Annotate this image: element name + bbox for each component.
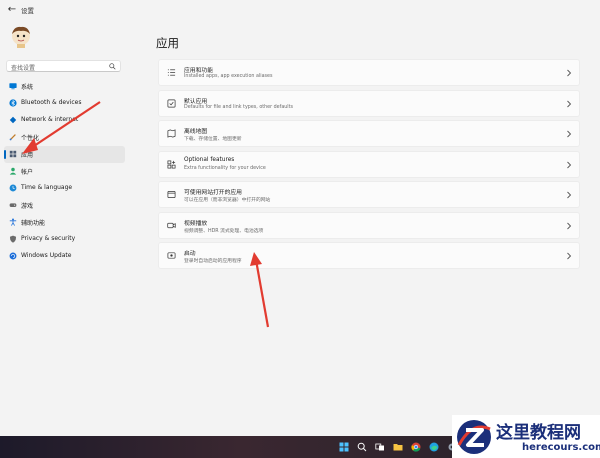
update-icon: [9, 252, 17, 260]
sidebar-item-system[interactable]: 系统: [4, 78, 125, 95]
chevron-right-icon: [567, 252, 572, 260]
settings-card-list: 应用和功能 Installed apps, app execution alia…: [158, 59, 580, 273]
chevron-right-icon: [567, 191, 572, 199]
chevron-right-icon: [567, 69, 572, 77]
card-default-apps[interactable]: 默认应用 Defaults for file and link types, o…: [158, 89, 580, 117]
globe-clock-icon: [9, 184, 17, 192]
search-placeholder: 查找设置: [11, 65, 36, 72]
watermark-logo-icon: [457, 420, 491, 454]
card-startup[interactable]: 启动 登录时自动启动的应用程序: [158, 242, 580, 269]
wifi-icon: [9, 116, 17, 124]
video-icon: [167, 222, 176, 228]
card-offline-maps[interactable]: 离线地图 下载、存储位置、地图更新: [158, 120, 580, 147]
sidebar-item-accounts[interactable]: 帐户: [4, 163, 125, 180]
avatar[interactable]: [10, 24, 32, 48]
watermark-cn: 这里教程网: [496, 423, 581, 443]
chevron-right-icon: [567, 161, 572, 168]
person-icon: [9, 167, 17, 175]
brush-icon: [9, 134, 16, 141]
chrome-icon[interactable]: [411, 442, 421, 452]
sidebar-item-time-language[interactable]: Time & language: [4, 180, 125, 197]
task-view-icon[interactable]: [375, 442, 385, 452]
edge-icon[interactable]: [429, 442, 439, 452]
watermark-en: herecours.com: [522, 442, 600, 453]
chevron-right-icon: [567, 130, 572, 138]
monitor-icon: [9, 83, 17, 90]
card-apps-for-websites[interactable]: 可使用网站打开的应用 可以在应用（而非浏览器）中打开的网站: [158, 181, 580, 208]
sidebar-item-accessibility[interactable]: 辅助功能: [4, 214, 125, 231]
settings-window: ← 设置 查找设置 系统 Bluetooth & devices Network…: [0, 0, 600, 436]
apps-icon: [9, 150, 17, 158]
search-input[interactable]: 查找设置: [6, 60, 121, 72]
card-optional-features[interactable]: Optional features Extra functionality fo…: [158, 150, 580, 178]
sidebar-item-network[interactable]: Network & internet: [4, 112, 125, 129]
grid-plus-icon: [167, 160, 176, 168]
sidebar-item-privacy[interactable]: Privacy & security: [4, 231, 125, 248]
title-bar: ← 设置: [0, 0, 600, 20]
sidebar-item-gaming[interactable]: 游戏: [4, 197, 125, 214]
active-indicator: [4, 150, 6, 159]
sidebar-nav: 系统 Bluetooth & devices Network & interne…: [0, 78, 130, 265]
sidebar-item-bluetooth[interactable]: Bluetooth & devices: [4, 95, 125, 112]
file-explorer-icon[interactable]: [393, 442, 403, 452]
sidebar-item-windows-update[interactable]: Windows Update: [4, 248, 125, 265]
bluetooth-icon: [9, 99, 17, 107]
back-arrow-icon[interactable]: ←: [6, 4, 18, 16]
page-title: 应用: [156, 36, 179, 50]
list-icon: [167, 69, 176, 76]
default-apps-icon: [167, 99, 176, 107]
web-app-icon: [167, 190, 176, 199]
chevron-right-icon: [567, 100, 572, 107]
accessibility-icon: [9, 218, 17, 226]
watermark: 这里教程网 herecours.com: [452, 415, 600, 458]
gamepad-icon: [9, 203, 17, 207]
search-icon[interactable]: [109, 63, 116, 70]
windows-start-icon[interactable]: [339, 442, 349, 452]
chevron-right-icon: [567, 222, 572, 229]
window-title: 设置: [21, 7, 34, 15]
shield-icon: [9, 235, 17, 243]
sidebar-item-personalization[interactable]: 个性化: [4, 129, 125, 146]
card-video-playback[interactable]: 视频播放 视频调整、HDR 流式处理、电池选项: [158, 211, 580, 239]
map-icon: [167, 129, 176, 138]
sidebar-item-apps[interactable]: 应用: [4, 146, 125, 163]
startup-icon: [167, 252, 176, 259]
search-icon[interactable]: [357, 442, 367, 452]
card-apps-features[interactable]: 应用和功能 Installed apps, app execution alia…: [158, 59, 580, 86]
